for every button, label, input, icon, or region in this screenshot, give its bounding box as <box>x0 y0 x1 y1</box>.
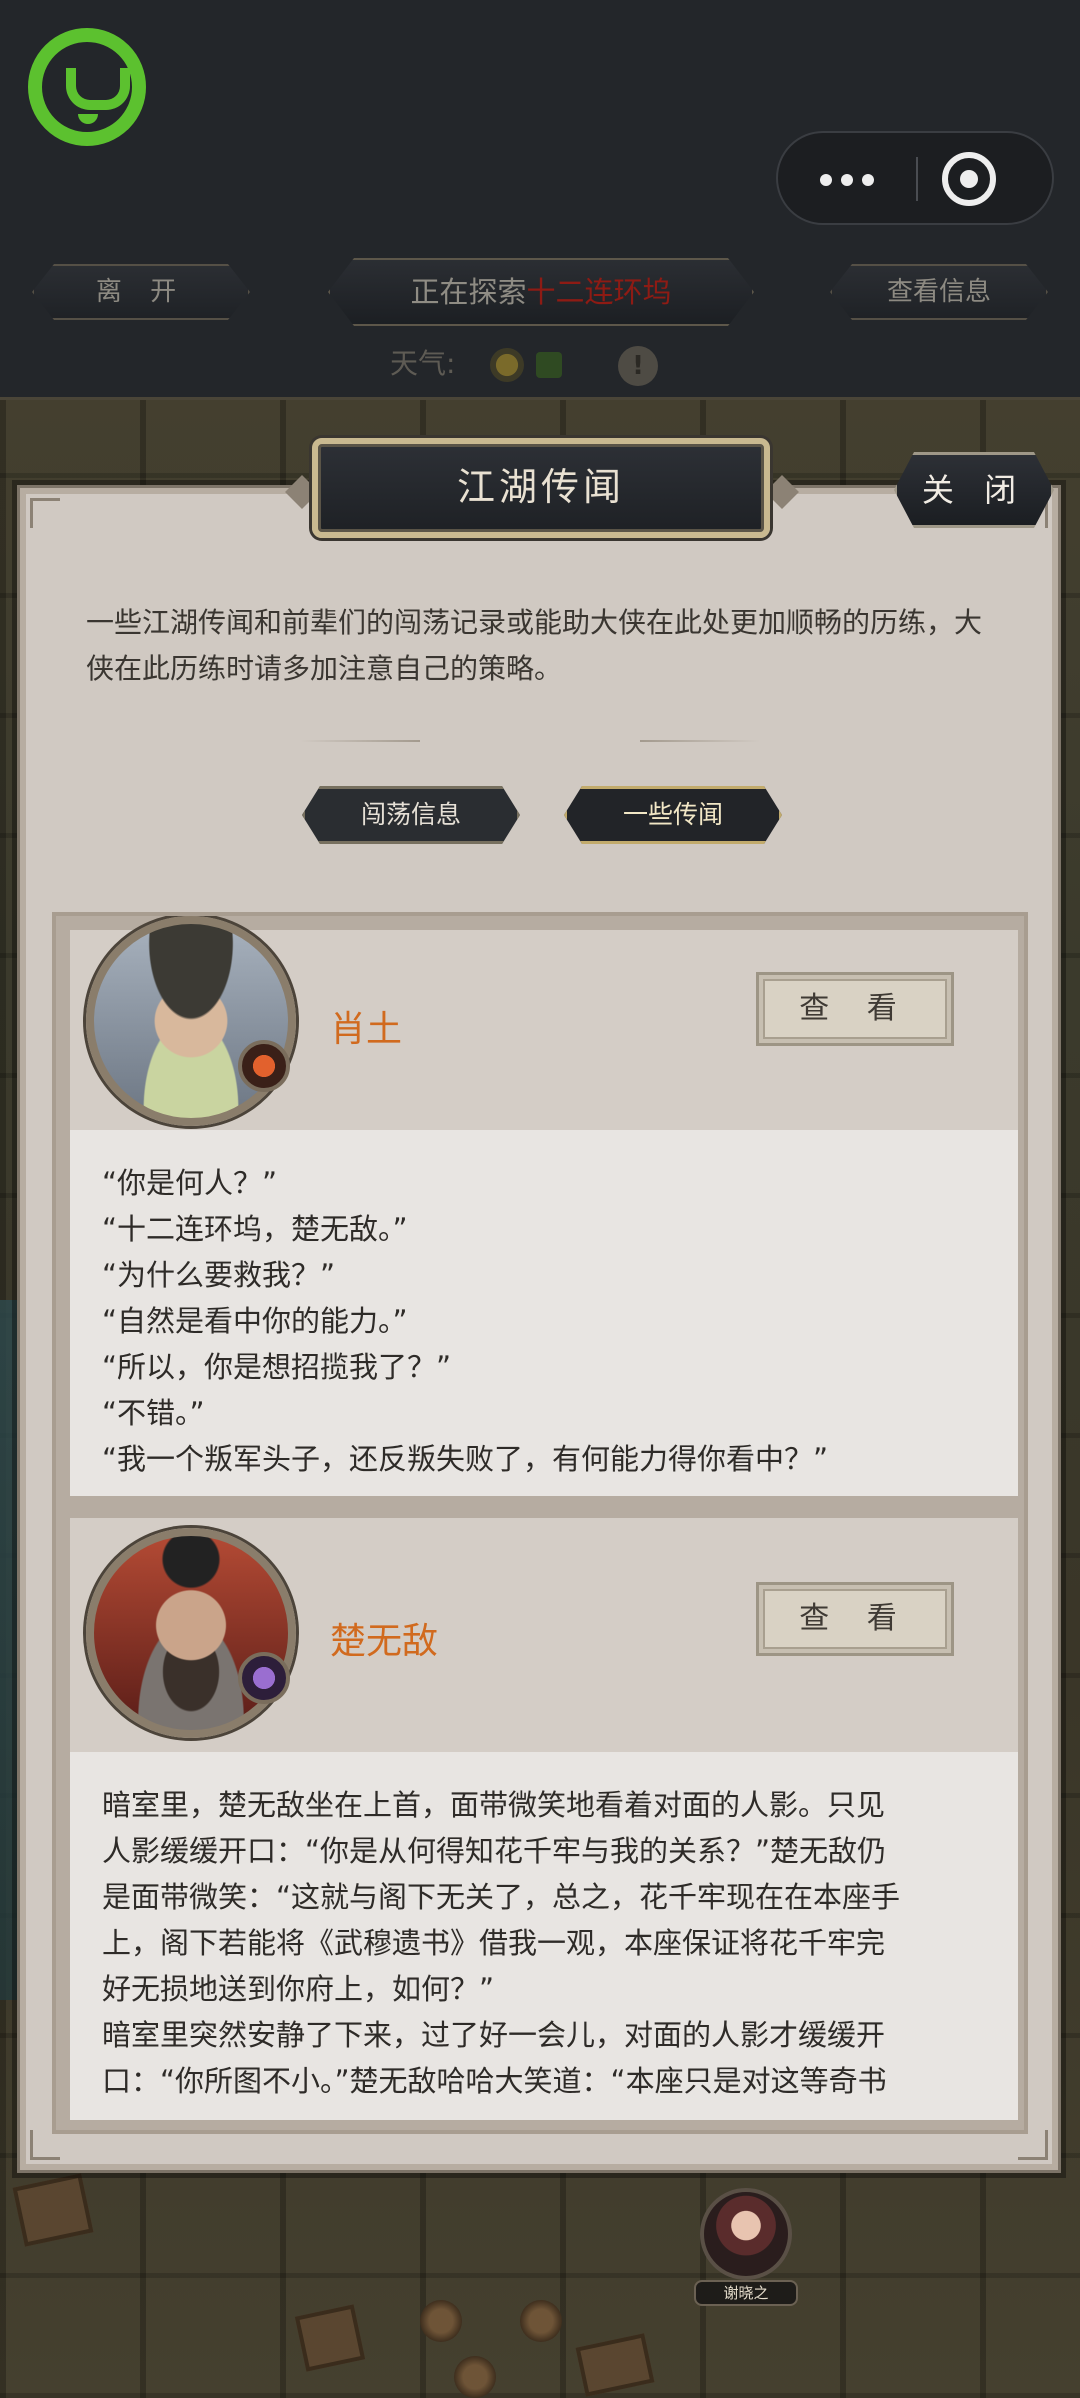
story-line: “所以，你是想招揽我了？” <box>102 1350 452 1384</box>
rumor-card-text: “你是何人？” “十二连环坞，楚无敌。” “为什么要救我？” “自然是看中你的能… <box>70 1130 1018 1496</box>
top-bar: 离 开 正在探索十二连环坞 查看信息 天气: ! <box>0 0 1080 400</box>
story-line: 口：“你所图不小。”楚无敌哈哈大笑道：“本座只是对这等奇书 <box>102 2064 887 2098</box>
story-line: “我一个叛军头子，还反叛失败了，有何能力得你看中？” <box>102 1442 829 1476</box>
story-line: “为什么要救我？” <box>102 1258 336 1292</box>
story-line: 人影缓缓开口：“你是从何得知花千牢与我的关系？”楚无敌仍 <box>102 1834 887 1868</box>
alert-icon[interactable]: ! <box>618 346 658 386</box>
exploring-prefix: 正在探索 <box>410 275 527 309</box>
npc-name-label: 谢晓之 <box>694 2280 798 2306</box>
story-line: “你是何人？” <box>102 1166 278 1200</box>
divider-ornament <box>300 740 420 742</box>
barrel-decoration <box>420 2300 462 2342</box>
story-line: “不错。” <box>102 1396 205 1430</box>
rumor-card-text: 暗室里，楚无敌坐在上首，面带微笑地看着对面的人影。只见 人影缓缓开口：“你是从何… <box>70 1752 1018 2120</box>
exploring-place: 十二连环坞 <box>526 275 672 309</box>
exploring-title: 正在探索十二连环坞 <box>328 258 754 326</box>
story-line: “自然是看中你的能力。” <box>102 1304 408 1338</box>
tab-rumors[interactable]: 一些传闻 <box>564 786 782 844</box>
view-info-button[interactable]: 查看信息 <box>830 264 1048 320</box>
story-line: 上，阁下若能将《武穆遗书》借我一观，本座保证将花千牢完 <box>102 1926 886 1960</box>
panel-corner-ornament <box>30 2130 60 2160</box>
close-button[interactable]: 关 闭 <box>894 452 1054 528</box>
avatar <box>86 916 296 1126</box>
view-button[interactable]: 查 看 <box>756 1582 954 1656</box>
grass-weather-icon <box>536 352 562 378</box>
barrel-decoration <box>520 2300 562 2342</box>
npc-portrait <box>700 2188 792 2280</box>
skill-badge-icon <box>238 1040 290 1092</box>
panel-intro-text: 一些江湖传闻和前辈们的闯荡记录或能助大侠在此处更加顺畅的历练，大侠在此历练时请多… <box>86 606 983 685</box>
skill-badge-icon <box>238 1652 290 1704</box>
story-line: “十二连环坞，楚无敌。” <box>102 1212 408 1246</box>
rumor-card-header: 肖土 查 看 <box>70 916 1018 1130</box>
crate-decoration <box>575 2333 655 2397</box>
view-button[interactable]: 查 看 <box>756 972 954 1046</box>
capsule-divider <box>916 157 918 201</box>
crate-decoration <box>12 2173 94 2247</box>
map-npc-token[interactable]: 谢晓之 <box>694 2188 798 2306</box>
story-line: 是面带微笑：“这就与阁下无关了，总之，花千牢现在在本座手 <box>102 1880 901 1914</box>
character-name: 楚无敌 <box>330 1621 439 1662</box>
story-line: 暗室里，楚无敌坐在上首，面带微笑地看着对面的人影。只见 <box>102 1788 886 1822</box>
panel-corner-ornament <box>30 498 60 528</box>
avatar <box>86 1528 296 1738</box>
sun-weather-icon <box>490 348 524 382</box>
miniprogram-capsule <box>776 131 1054 225</box>
character-name: 肖土 <box>330 1009 403 1050</box>
panel-corner-ornament <box>1018 2130 1048 2160</box>
divider-ornament <box>640 740 760 742</box>
rumor-card: 楚无敌 查 看 暗室里，楚无敌坐在上首，面带微笑地看着对面的人影。只见 人影缓缓… <box>70 1518 1018 2120</box>
wechat-logo-icon <box>28 28 146 146</box>
rumor-card: 肖土 查 看 “你是何人？” “十二连环坞，楚无敌。” “为什么要救我？” “自… <box>70 916 1018 1496</box>
story-line: 暗室里突然安静了下来，过了好一会儿，对面的人影才缓缓开 <box>102 2018 886 2052</box>
more-dots-icon[interactable] <box>778 133 916 223</box>
panel-title: 江湖传闻 <box>312 438 770 538</box>
rumor-list[interactable]: 肖土 查 看 “你是何人？” “十二连环坞，楚无敌。” “为什么要救我？” “自… <box>52 912 1028 2134</box>
tab-roam-info[interactable]: 闯荡信息 <box>302 786 520 844</box>
rumor-card-header: 楚无敌 查 看 <box>70 1518 1018 1752</box>
weather-label: 天气: <box>390 347 456 380</box>
crate-decoration <box>294 2304 366 2372</box>
leave-button[interactable]: 离 开 <box>32 264 250 320</box>
barrel-decoration <box>454 2356 496 2398</box>
story-line: 好无损地送到你府上，如何？” <box>102 1972 495 2006</box>
target-close-icon[interactable] <box>942 152 996 206</box>
